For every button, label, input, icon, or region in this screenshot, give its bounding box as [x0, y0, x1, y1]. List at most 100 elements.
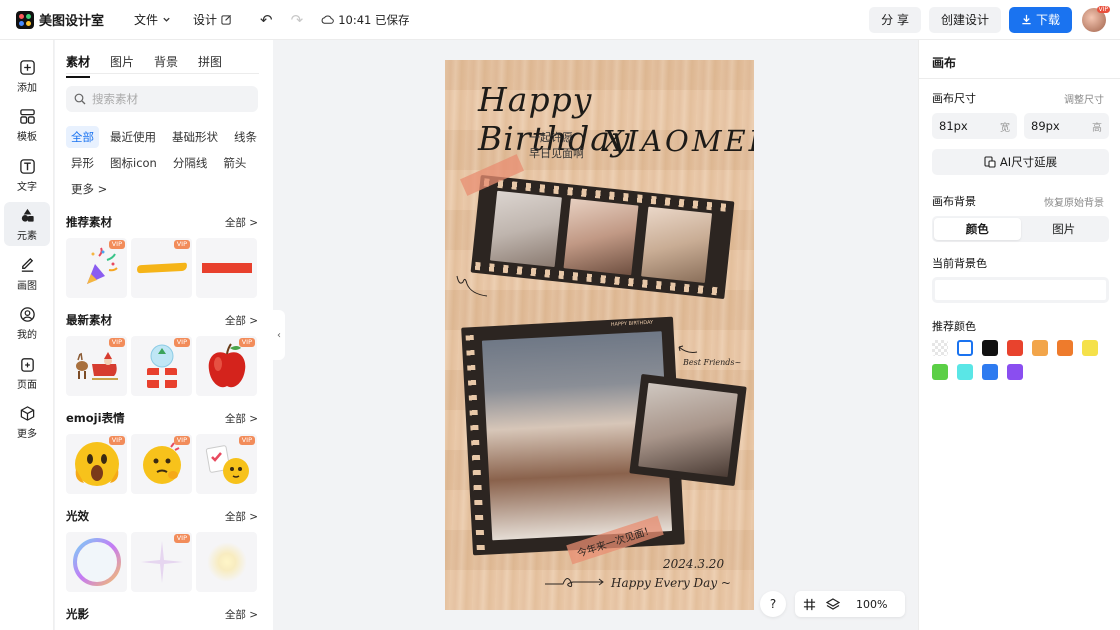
rail-item-more[interactable]: 更多 [4, 400, 50, 444]
undo-icon[interactable]: ↶ [260, 11, 273, 29]
swatch-transparent[interactable] [932, 340, 948, 356]
swatch-green[interactable] [932, 364, 948, 380]
height-field[interactable]: 89px 高 [1024, 113, 1109, 139]
material-thumb-checklist-emoji[interactable]: VIP [196, 434, 257, 494]
material-thumb-thinking-emoji[interactable]: VIP [131, 434, 192, 494]
left-rail: 添加 模板 文字 元素 画图 我的 页面 更多 [0, 40, 54, 630]
rail-item-text[interactable]: 文字 [4, 153, 50, 197]
redo-icon[interactable]: ↷ [291, 11, 304, 29]
rail-item-mine[interactable]: 我的 [4, 301, 50, 345]
material-thumb-sleigh[interactable]: VIP [66, 336, 127, 396]
chip-all[interactable]: 全部 [66, 126, 99, 148]
tabs-divider [66, 73, 259, 74]
height-unit: 高 [1092, 122, 1102, 134]
material-thumb-sparkle[interactable]: VIP [131, 532, 192, 592]
edit-icon [21, 257, 33, 272]
canvas-date[interactable]: 2024.3.20 [663, 557, 724, 571]
rail-item-draw[interactable]: 画图 [4, 252, 50, 296]
material-thumb-bubble[interactable] [66, 532, 127, 592]
section-all-link[interactable]: 全部 > [225, 509, 258, 524]
chip-more[interactable]: 更多 > [66, 178, 112, 200]
yellow-brush-shape [136, 262, 187, 274]
avatar[interactable]: VIP [1082, 5, 1110, 32]
recommend-color-label: 推荐颜色 [932, 320, 976, 333]
chip-lines[interactable]: 线条 [229, 126, 262, 148]
rail-item-add[interactable]: 添加 [4, 54, 50, 98]
canvas-subtext-line2: 早日见面啊 [529, 147, 584, 160]
edit-square-icon [221, 14, 232, 25]
properties-panel: 画布 画布尺寸 调整尺寸 81px 宽 89px 高 AI尺寸延展 画布背景 恢… [918, 40, 1120, 630]
swatch-white[interactable] [957, 340, 973, 356]
layers-icon[interactable] [826, 597, 840, 611]
section-all-link[interactable]: 全部 > [225, 313, 258, 328]
chip-recent[interactable]: 最近使用 [105, 126, 161, 148]
material-thumb-glow[interactable] [196, 532, 257, 592]
photo-girl-2 [563, 198, 639, 276]
film-frame-small[interactable] [629, 373, 747, 487]
material-thumb-brush-stroke[interactable]: VIP [131, 238, 192, 298]
resize-link[interactable]: 调整尺寸 [1064, 91, 1104, 106]
swatch-yellow[interactable] [1082, 340, 1098, 356]
app-logo[interactable]: 美图设计室 [16, 10, 104, 29]
swatch-black[interactable] [982, 340, 998, 356]
collapse-panel-button[interactable]: ‹ [273, 310, 285, 360]
save-status: 10:41 已保存 [321, 12, 410, 28]
create-design-button[interactable]: 创建设计 [928, 6, 1001, 33]
material-panel: 素材 图片 背景 拼图 全部 最近使用 基础形状 线条 异形 图标icon 分隔… [55, 40, 273, 630]
avatar-vip-badge: VIP [1096, 5, 1110, 13]
zoom-level[interactable]: 100% [856, 598, 887, 611]
tab-material[interactable]: 素材 [66, 53, 91, 78]
swatch-red[interactable] [1007, 340, 1023, 356]
tab-background[interactable]: 背景 [154, 53, 178, 78]
swatch-purple[interactable] [1007, 364, 1023, 380]
shapes-icon [21, 208, 34, 222]
chip-basic-shapes[interactable]: 基础形状 [167, 126, 223, 148]
rail-item-pages[interactable]: 页面 [4, 351, 50, 395]
design-canvas[interactable]: Happy Birthday 一起许愿 早日见面啊 XIAOMEI HAPPY … [445, 60, 754, 610]
canvas-footer[interactable]: Happy Every Day ~ [611, 576, 731, 590]
tab-collage[interactable]: 拼图 [198, 53, 222, 78]
canvas-note-best-friends[interactable]: Best Friends~ [683, 358, 741, 367]
canvas-title-name[interactable]: XIAOMEI [603, 124, 754, 158]
ai-resize-button[interactable]: AI尺寸延展 [932, 149, 1109, 175]
section-all-link[interactable]: 全部 > [225, 607, 258, 622]
current-bg-color-field[interactable] [932, 277, 1109, 303]
material-thumb-apple[interactable]: VIP [196, 336, 257, 396]
chevron-down-icon [163, 17, 170, 22]
bg-type-color[interactable]: 颜色 [934, 218, 1021, 240]
material-thumb-red-bar[interactable] [196, 238, 257, 298]
grid-icon[interactable] [803, 598, 816, 611]
vip-badge: VIP [173, 436, 190, 445]
download-button[interactable]: 下载 [1008, 6, 1072, 33]
canvas-subtext[interactable]: 一起许愿 早日见面啊 [529, 130, 584, 162]
swatch-cyan[interactable] [957, 364, 973, 380]
chip-icons[interactable]: 图标icon [105, 152, 162, 174]
material-thumb-snow-globe[interactable]: VIP [131, 336, 192, 396]
swatch-blue[interactable] [982, 364, 998, 380]
chip-dividers[interactable]: 分隔线 [168, 152, 213, 174]
material-thumb-party-popper[interactable]: VIP [66, 238, 127, 298]
swatch-orange[interactable] [1057, 340, 1073, 356]
chip-arrows[interactable]: 箭头 [218, 152, 251, 174]
share-button[interactable]: 分 享 [869, 6, 921, 33]
width-field[interactable]: 81px 宽 [932, 113, 1017, 139]
vip-badge: VIP [238, 436, 255, 445]
chip-irregular[interactable]: 异形 [66, 152, 99, 174]
section-shadows: 光影 全部 > [66, 606, 258, 630]
bg-type-image[interactable]: 图片 [1021, 218, 1108, 240]
search-input[interactable] [92, 92, 242, 106]
rail-item-elements[interactable]: 元素 [4, 202, 50, 246]
file-menu[interactable]: 文件 [134, 11, 171, 28]
restore-bg-link[interactable]: 恢复原始背景 [1044, 194, 1104, 209]
swatch-light-orange[interactable] [1032, 340, 1048, 356]
canvas-bg-label: 画布背景 [932, 195, 976, 208]
rail-item-template[interactable]: 模板 [4, 103, 50, 147]
help-button[interactable]: ? [760, 591, 786, 617]
search-box[interactable] [66, 86, 258, 112]
section-all-link[interactable]: 全部 > [225, 215, 258, 230]
tab-image[interactable]: 图片 [110, 53, 134, 78]
design-menu[interactable]: 设计 [193, 11, 232, 28]
material-thumb-shocked-emoji[interactable]: VIP [66, 434, 127, 494]
reindeer-sleigh-icon [75, 352, 118, 380]
section-all-link[interactable]: 全部 > [225, 411, 258, 426]
